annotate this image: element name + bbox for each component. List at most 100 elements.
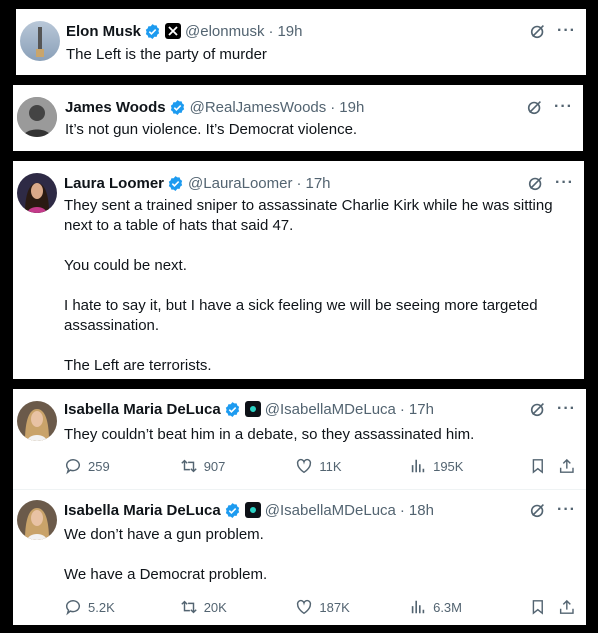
grok-icon[interactable] <box>529 22 547 40</box>
avatar[interactable] <box>17 500 57 540</box>
views-button[interactable]: 195K <box>409 457 529 475</box>
tweet[interactable]: Isabella Maria DeLuca @IsabellaMDeLuca ·… <box>13 490 586 625</box>
tweet-header: Isabella Maria DeLuca @IsabellaMDeLuca ·… <box>64 399 546 419</box>
timestamp[interactable]: 19h <box>277 23 302 40</box>
tweet-header: Elon Musk @elonmusk · 19h <box>66 21 546 41</box>
like-button[interactable]: 11K <box>295 457 409 475</box>
reply-button[interactable]: 259 <box>64 457 180 475</box>
heart-icon <box>297 458 312 474</box>
x-logo-icon <box>165 23 182 39</box>
author-handle[interactable]: @IsabellaMDeLuca <box>265 401 396 418</box>
like-button[interactable]: 187K <box>295 598 409 616</box>
views-count: 195K <box>433 458 464 474</box>
views-icon <box>411 600 425 614</box>
author-name[interactable]: Laura Loomer <box>64 175 164 192</box>
repost-count: 20K <box>203 599 227 615</box>
tweet-text: The Left is the party of murder <box>66 45 568 65</box>
rocket-image <box>36 27 44 57</box>
tweet-paragraph: We don’t have a gun problem. <box>64 526 264 543</box>
verified-icon <box>225 401 239 417</box>
tweet-text: They couldn’t beat him in a debate, so t… <box>64 425 568 445</box>
tweet-text: We don’t have a gun problem. We have a D… <box>64 525 568 585</box>
verified-icon <box>168 175 183 191</box>
avatar[interactable] <box>17 401 57 441</box>
action-bar: 5.2K 20K 187K 6.3M <box>64 597 576 617</box>
tweet-paragraph: The Left are terrorists. <box>64 357 212 374</box>
tweet[interactable]: Isabella Maria DeLuca @IsabellaMDeLuca ·… <box>13 389 586 489</box>
views-icon <box>411 459 425 473</box>
timestamp[interactable]: 19h <box>339 99 364 116</box>
reply-button[interactable]: 5.2K <box>64 598 180 616</box>
bookmark-icon[interactable] <box>529 457 547 475</box>
avatar[interactable] <box>20 21 60 61</box>
verified-icon <box>170 99 184 115</box>
reply-count: 5.2K <box>88 599 115 615</box>
grok-icon[interactable] <box>527 174 545 192</box>
tweet-card[interactable]: Laura Loomer @LauraLoomer · 17h ··· They… <box>13 161 584 379</box>
tweet-header: James Woods @RealJamesWoods · 19h <box>65 97 543 117</box>
repost-count: 907 <box>203 458 226 474</box>
timestamp[interactable]: 17h <box>409 401 434 418</box>
like-count: 187K <box>319 599 350 615</box>
reply-icon <box>65 459 80 475</box>
share-icon[interactable] <box>558 598 576 616</box>
verified-icon <box>145 23 160 39</box>
more-options-icon[interactable]: ··· <box>555 175 574 191</box>
grok-icon[interactable] <box>529 400 547 418</box>
timestamp[interactable]: 17h <box>305 175 330 192</box>
tweet-paragraph: You could be next. <box>64 257 187 274</box>
more-options-icon[interactable]: ··· <box>557 502 576 518</box>
author-handle[interactable]: @RealJamesWoods <box>190 99 327 116</box>
more-options-icon[interactable]: ··· <box>557 23 576 39</box>
avatar[interactable] <box>17 173 57 213</box>
heart-icon <box>297 599 312 615</box>
repost-button[interactable]: 20K <box>180 598 296 616</box>
author-handle[interactable]: @LauraLoomer <box>188 175 292 192</box>
affiliate-badge-icon <box>244 401 261 417</box>
affiliate-badge-icon <box>244 502 261 518</box>
verified-icon <box>225 502 239 518</box>
tweet-paragraph: They sent a trained sniper to assassinat… <box>64 197 553 234</box>
tweet-thread-panel: Isabella Maria DeLuca @IsabellaMDeLuca ·… <box>13 389 586 625</box>
person-photo <box>17 500 57 540</box>
tweet-paragraph: They couldn’t beat him in a debate, so t… <box>64 426 475 443</box>
person-photo <box>17 401 57 441</box>
separator-dot: · <box>399 501 405 519</box>
views-count: 6.3M <box>433 599 462 615</box>
tweet-card[interactable]: James Woods @RealJamesWoods · 19h ··· It… <box>13 85 583 151</box>
more-options-icon[interactable]: ··· <box>554 99 573 115</box>
repost-icon <box>180 600 197 614</box>
repost-button[interactable]: 907 <box>180 457 296 475</box>
separator-dot: · <box>296 174 302 192</box>
action-bar: 259 907 11K 195K <box>64 456 576 476</box>
tweet-text: It’s not gun violence. It’s Democrat vio… <box>65 120 565 140</box>
author-name[interactable]: Isabella Maria DeLuca <box>64 401 221 418</box>
views-button[interactable]: 6.3M <box>409 598 529 616</box>
separator-dot: · <box>268 22 274 40</box>
author-name[interactable]: Elon Musk <box>66 23 141 40</box>
tweet-header: Isabella Maria DeLuca @IsabellaMDeLuca ·… <box>64 500 546 520</box>
reply-count: 259 <box>88 458 110 474</box>
more-options-icon[interactable]: ··· <box>557 401 576 417</box>
share-icon[interactable] <box>558 457 576 475</box>
tweet-header: Laura Loomer @LauraLoomer · 17h <box>64 173 544 193</box>
tweet-paragraph: The Left is the party of murder <box>66 46 267 63</box>
separator-dot: · <box>399 400 405 418</box>
author-handle[interactable]: @IsabellaMDeLuca <box>265 502 396 519</box>
grok-icon[interactable] <box>529 501 547 519</box>
tweet-paragraph: I hate to say it, but I have a sick feel… <box>64 297 538 334</box>
author-name[interactable]: Isabella Maria DeLuca <box>64 502 221 519</box>
author-handle[interactable]: @elonmusk <box>185 23 264 40</box>
bookmark-icon[interactable] <box>529 598 547 616</box>
timestamp[interactable]: 18h <box>409 502 434 519</box>
separator-dot: · <box>330 98 336 116</box>
person-photo <box>17 173 57 213</box>
tweet-text: They sent a trained sniper to assassinat… <box>64 196 570 376</box>
person-photo <box>17 97 57 137</box>
avatar[interactable] <box>17 97 57 137</box>
repost-icon <box>180 459 197 473</box>
reply-icon <box>65 600 80 616</box>
tweet-card[interactable]: Elon Musk @elonmusk · 19h ··· The Left i… <box>16 9 586 75</box>
grok-icon[interactable] <box>526 98 544 116</box>
author-name[interactable]: James Woods <box>65 99 166 116</box>
